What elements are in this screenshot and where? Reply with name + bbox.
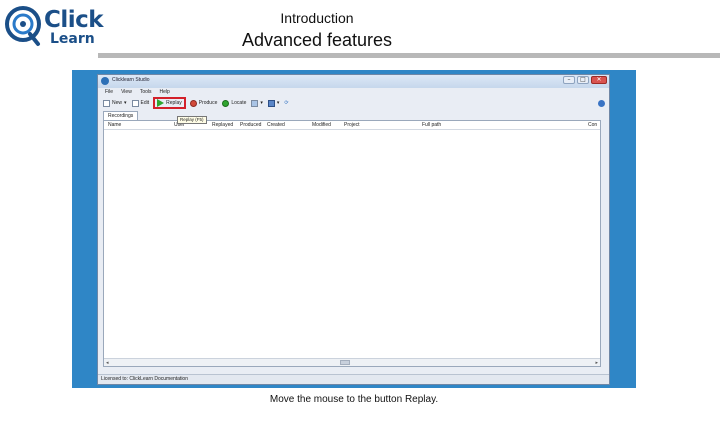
menu-view[interactable]: View xyxy=(121,88,132,97)
maximize-button[interactable]: □ xyxy=(577,76,589,84)
edit-button-label: Edit xyxy=(140,100,150,106)
column-header-modified[interactable]: Modified xyxy=(312,121,331,130)
help-icon[interactable] xyxy=(598,100,605,107)
window-controls: – □ ✕ xyxy=(563,76,607,84)
slide-caption: Move the mouse to the button Replay. xyxy=(269,394,439,405)
locate-icon xyxy=(222,99,230,107)
slide-subtitle: Advanced features xyxy=(241,30,393,50)
refresh-icon: ⟳ xyxy=(284,100,289,106)
menu-tools[interactable]: Tools xyxy=(140,88,152,97)
scrollbar-thumb[interactable] xyxy=(340,360,350,365)
replay-button[interactable]: Replay xyxy=(153,97,186,109)
column-header-created[interactable]: Created xyxy=(267,121,285,130)
locate-button[interactable]: Locate xyxy=(221,98,247,108)
column-header-con[interactable]: Con xyxy=(588,121,597,130)
locate-button-label: Locate xyxy=(231,100,247,106)
header-divider xyxy=(98,53,720,58)
scroll-right-icon[interactable]: ▸ xyxy=(595,360,598,366)
column-header-replayed[interactable]: Replayed xyxy=(212,121,233,130)
grid-view-icon xyxy=(251,99,259,107)
window-title: Clicklearn Studio xyxy=(112,77,150,83)
app-icon xyxy=(101,77,109,85)
column-header-produced[interactable]: Produced xyxy=(240,121,261,130)
toolbar: New ▾ Edit Replay Produce Locate ▾ ▾ ⟳ xyxy=(98,97,609,109)
close-button[interactable]: ✕ xyxy=(591,76,607,84)
menu-bar: File View Tools Help xyxy=(98,88,609,97)
recordings-grid: Name User Replayed Produced Created Modi… xyxy=(103,120,601,367)
menu-help[interactable]: Help xyxy=(160,88,170,97)
view-options-button[interactable]: ▾ xyxy=(250,98,264,108)
column-header-name[interactable]: Name xyxy=(108,121,121,130)
edit-button[interactable]: Edit xyxy=(131,98,151,108)
new-button[interactable]: New ▾ xyxy=(102,98,128,108)
chevron-down-icon: ▾ xyxy=(260,100,263,106)
produce-icon xyxy=(189,99,197,107)
disk-icon xyxy=(267,99,275,107)
play-icon xyxy=(157,99,165,107)
scroll-left-icon[interactable]: ◂ xyxy=(106,360,109,366)
tab-recordings[interactable]: Recordings xyxy=(103,111,139,120)
chevron-down-icon: ▾ xyxy=(124,100,127,106)
horizontal-scrollbar[interactable]: ◂ ▸ xyxy=(104,358,600,366)
save-options-button[interactable]: ▾ xyxy=(267,98,281,108)
edit-icon xyxy=(131,99,139,107)
new-button-label: New xyxy=(112,100,123,106)
title-bar[interactable]: Clicklearn Studio – □ ✕ xyxy=(98,75,609,88)
refresh-button[interactable]: ⟳ xyxy=(283,98,289,108)
column-header-project[interactable]: Project xyxy=(344,121,360,130)
app-window: Clicklearn Studio – □ ✕ File View Tools … xyxy=(97,74,610,385)
column-header-full-path[interactable]: Full path xyxy=(422,121,441,130)
license-status: Licensed to: ClickLearn Documentation xyxy=(101,376,188,382)
slide-title: Introduction xyxy=(280,10,354,26)
produce-button[interactable]: Produce xyxy=(189,98,219,108)
status-bar: Licensed to: ClickLearn Documentation xyxy=(98,374,609,384)
minimize-button[interactable]: – xyxy=(563,76,575,84)
new-document-icon xyxy=(103,99,110,107)
replay-tooltip: Replay (F5) xyxy=(177,116,207,124)
replay-button-label: Replay xyxy=(166,100,182,106)
desktop-background: Clicklearn Studio – □ ✕ File View Tools … xyxy=(72,70,636,388)
menu-file[interactable]: File xyxy=(105,88,113,97)
produce-button-label: Produce xyxy=(198,100,218,106)
chevron-down-icon: ▾ xyxy=(276,100,280,106)
